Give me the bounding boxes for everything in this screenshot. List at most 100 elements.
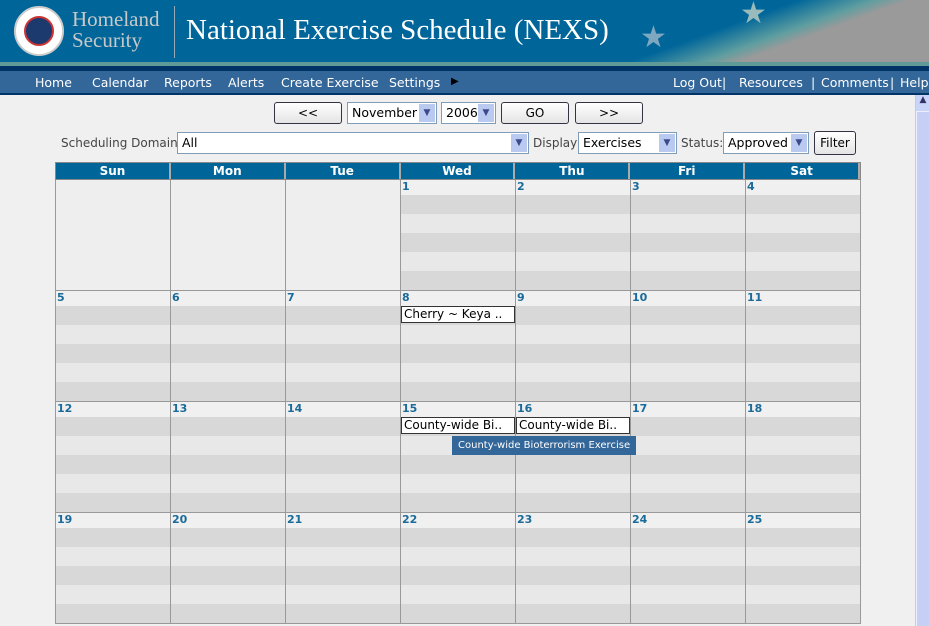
chevron-down-icon: ▼ bbox=[791, 134, 807, 152]
weekday-mon: Mon bbox=[171, 163, 286, 179]
day-number[interactable]: 1 bbox=[401, 180, 515, 195]
nav-reports[interactable]: Reports bbox=[164, 75, 212, 90]
chevron-down-icon: ▼ bbox=[659, 134, 675, 152]
day-number[interactable]: 15 bbox=[401, 402, 515, 417]
day-cell[interactable]: 6 bbox=[171, 291, 286, 402]
event-item[interactable]: County-wide Bi.. bbox=[516, 417, 630, 434]
nav-resources[interactable]: Resources bbox=[739, 75, 803, 90]
status-select[interactable]: Approved ▼ bbox=[723, 132, 809, 154]
weekday-header: Sun Mon Tue Wed Thu Fri Sat bbox=[55, 162, 861, 180]
calendar-week: 12 13 14 15 County-wide Bi.. 16 County-wide Bi… bbox=[55, 402, 861, 513]
day-cell[interactable]: 24 bbox=[631, 513, 746, 624]
year-select[interactable]: 2006 ▼ bbox=[441, 102, 496, 124]
prev-month-button[interactable]: << bbox=[274, 102, 342, 124]
calendar-week: 5 6 7 8 Cherry ~ Keya .. 9 10 11 bbox=[55, 291, 861, 402]
day-cell[interactable]: 16 County-wide Bi.. bbox=[516, 402, 631, 513]
day-cell[interactable]: 9 bbox=[516, 291, 631, 402]
day-number[interactable]: 10 bbox=[631, 291, 745, 306]
day-cell[interactable]: 13 bbox=[171, 402, 286, 513]
scroll-up-icon[interactable]: ▲ bbox=[916, 95, 929, 111]
nav-create-exercise[interactable]: Create Exercise bbox=[281, 75, 379, 90]
day-cell[interactable]: 1 bbox=[401, 180, 516, 291]
nav-help[interactable]: Help bbox=[900, 75, 929, 90]
day-cell[interactable]: 18 bbox=[746, 402, 861, 513]
event-tooltip: County-wide Bioterrorism Exercise bbox=[452, 436, 637, 455]
dhs-seal-logo bbox=[14, 6, 64, 56]
day-number[interactable]: 6 bbox=[171, 291, 285, 306]
day-number[interactable]: 3 bbox=[631, 180, 745, 195]
scheduling-domain-select[interactable]: All ▼ bbox=[177, 132, 529, 154]
day-cell[interactable]: 25 bbox=[746, 513, 861, 624]
day-number[interactable]: 22 bbox=[401, 513, 515, 528]
day-number[interactable]: 2 bbox=[516, 180, 630, 195]
display-select[interactable]: Exercises ▼ bbox=[578, 132, 677, 154]
day-cell[interactable]: 4 bbox=[746, 180, 861, 291]
calendar-week: 19 20 21 22 23 24 25 bbox=[55, 513, 861, 624]
divider bbox=[174, 6, 175, 58]
weekday-tue: Tue bbox=[286, 163, 401, 179]
day-cell[interactable]: 14 bbox=[286, 402, 401, 513]
scrollbar-thumb[interactable] bbox=[917, 112, 929, 626]
weekday-fri: Fri bbox=[630, 163, 746, 179]
day-number[interactable]: 13 bbox=[171, 402, 285, 417]
event-item[interactable]: Cherry ~ Keya .. bbox=[401, 306, 515, 323]
day-cell[interactable]: 17 bbox=[631, 402, 746, 513]
chevron-down-icon: ▼ bbox=[419, 104, 435, 122]
day-number[interactable]: 23 bbox=[516, 513, 630, 528]
nav-alerts[interactable]: Alerts bbox=[228, 75, 264, 90]
day-number[interactable]: 7 bbox=[286, 291, 400, 306]
star-icon: ★ bbox=[740, 0, 767, 31]
calendar-grid: Sun Mon Tue Wed Thu Fri Sat 1 2 3 4 5 6 7 8 Cherry ~ K… bbox=[55, 162, 861, 624]
go-button[interactable]: GO bbox=[501, 102, 569, 124]
day-cell[interactable]: 12 bbox=[56, 402, 171, 513]
day-number[interactable]: 20 bbox=[171, 513, 285, 528]
day-cell[interactable]: 11 bbox=[746, 291, 861, 402]
caret-right-icon[interactable]: ▶ bbox=[451, 76, 459, 87]
day-cell[interactable]: 23 bbox=[516, 513, 631, 624]
day-cell[interactable]: 21 bbox=[286, 513, 401, 624]
day-number[interactable]: 9 bbox=[516, 291, 630, 306]
domain-value: All bbox=[182, 135, 198, 150]
day-number[interactable]: 4 bbox=[746, 180, 860, 195]
day-cell[interactable]: 10 bbox=[631, 291, 746, 402]
day-cell[interactable]: 19 bbox=[56, 513, 171, 624]
day-cell[interactable]: 7 bbox=[286, 291, 401, 402]
day-number[interactable]: 16 bbox=[516, 402, 630, 417]
day-number[interactable]: 18 bbox=[746, 402, 860, 417]
agency-line2: Security bbox=[72, 28, 142, 52]
chevron-down-icon: ▼ bbox=[511, 134, 527, 152]
day-number[interactable]: 11 bbox=[746, 291, 860, 306]
nav-separator: | bbox=[890, 75, 895, 90]
day-cell[interactable]: 5 bbox=[56, 291, 171, 402]
day-number[interactable]: 25 bbox=[746, 513, 860, 528]
event-item[interactable]: County-wide Bi.. bbox=[401, 417, 515, 434]
day-number[interactable]: 12 bbox=[56, 402, 170, 417]
nav-comments[interactable]: Comments bbox=[821, 75, 889, 90]
nav-home[interactable]: Home bbox=[35, 75, 72, 90]
scheduling-domain-label: Scheduling Domain: bbox=[61, 136, 182, 150]
nav-calendar[interactable]: Calendar bbox=[92, 75, 148, 90]
day-number[interactable]: 24 bbox=[631, 513, 745, 528]
day-number[interactable]: 21 bbox=[286, 513, 400, 528]
filter-button[interactable]: Filter bbox=[814, 131, 856, 155]
nav-log-out[interactable]: Log Out bbox=[673, 75, 722, 90]
next-month-button[interactable]: >> bbox=[575, 102, 643, 124]
day-cell[interactable]: 15 County-wide Bi.. bbox=[401, 402, 516, 513]
month-select[interactable]: November ▼ bbox=[347, 102, 437, 124]
display-label: Display bbox=[533, 136, 578, 150]
day-number[interactable]: 17 bbox=[631, 402, 745, 417]
day-cell[interactable]: 2 bbox=[516, 180, 631, 291]
day-number[interactable]: 5 bbox=[56, 291, 170, 306]
display-value: Exercises bbox=[583, 135, 642, 150]
day-number[interactable]: 19 bbox=[56, 513, 170, 528]
nav-settings[interactable]: Settings bbox=[389, 75, 440, 90]
day-cell[interactable]: 8 Cherry ~ Keya .. bbox=[401, 291, 516, 402]
day-number[interactable]: 14 bbox=[286, 402, 400, 417]
vertical-scrollbar[interactable]: ▲ bbox=[915, 95, 929, 626]
day-number[interactable]: 8 bbox=[401, 291, 515, 306]
weekday-sat: Sat bbox=[745, 163, 861, 179]
day-cell[interactable]: 3 bbox=[631, 180, 746, 291]
day-cell[interactable]: 22 bbox=[401, 513, 516, 624]
day-cell[interactable]: 20 bbox=[171, 513, 286, 624]
nav-separator: | bbox=[722, 75, 727, 90]
